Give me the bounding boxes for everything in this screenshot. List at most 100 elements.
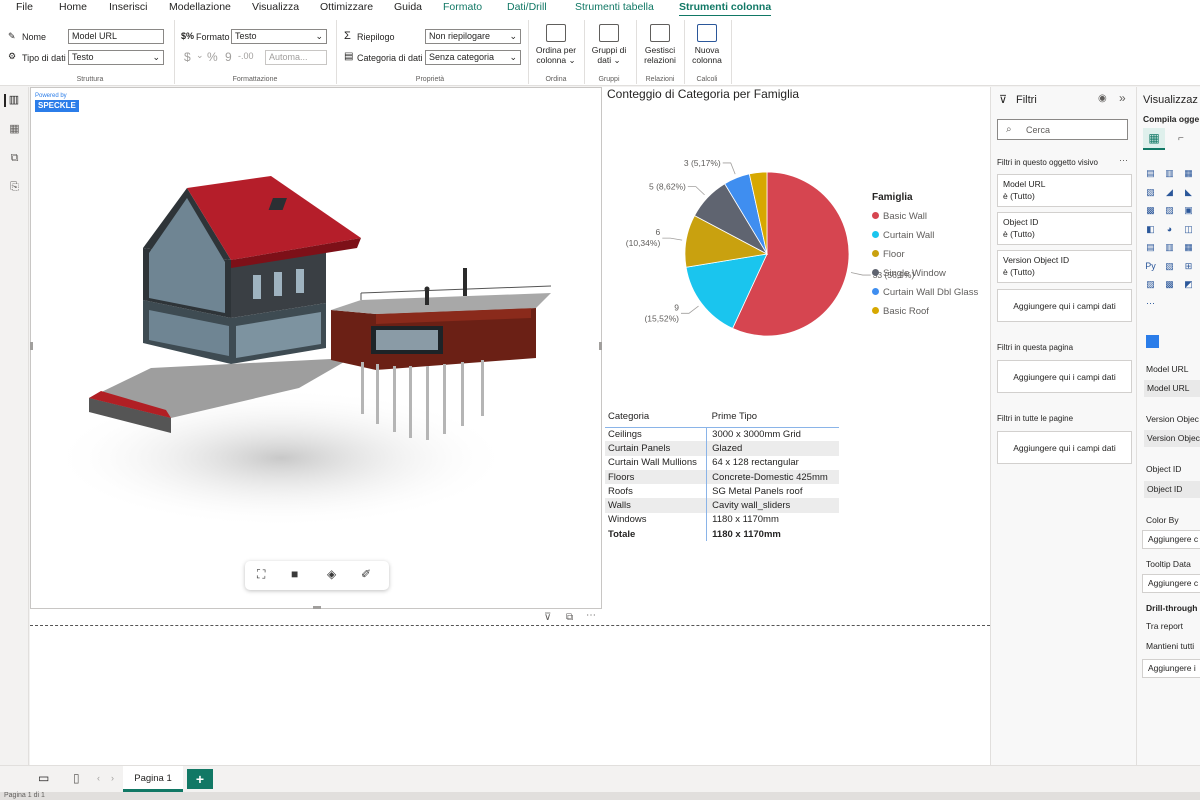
decimal-places-input[interactable]: Automa... xyxy=(265,50,327,65)
house-3d-model[interactable] xyxy=(31,88,603,610)
more-visuals-icon[interactable]: ⋯ xyxy=(1144,297,1157,309)
column-header-categoria[interactable]: Categoria xyxy=(605,407,707,428)
table-row[interactable]: Curtain Panels Glazed xyxy=(605,441,839,456)
table-row[interactable]: Floors Concrete-Domestic 425mm xyxy=(605,469,839,485)
decimals-button[interactable]: -.00 xyxy=(238,51,254,61)
dax-query-view-icon[interactable]: ⎘ xyxy=(8,181,21,194)
table-row[interactable]: Ceilings 3000 x 3000mm Grid xyxy=(605,427,839,442)
visual-type-icon[interactable]: ▤ xyxy=(1144,167,1157,179)
visual-type-icon[interactable]: ▧ xyxy=(1144,186,1157,198)
sort-by-column-button[interactable]: Ordina per colonna ⌄ xyxy=(532,24,580,65)
eye-icon[interactable]: ◉ xyxy=(1098,93,1107,104)
table-visual[interactable]: Categoria Prime Tipo Ceilings 3000 x 3000… xyxy=(605,407,845,542)
resize-handle[interactable] xyxy=(30,342,33,350)
desktop-layout-icon[interactable]: ▭ xyxy=(38,771,49,785)
visual-type-icon[interactable]: ▣ xyxy=(1182,204,1195,216)
menu-file[interactable]: File xyxy=(16,0,33,14)
menu-strumenti-tabella[interactable]: Strumenti tabella xyxy=(575,0,654,14)
visual-type-icon[interactable]: ▦ xyxy=(1182,167,1195,179)
menu-strumenti-colonna[interactable]: Strumenti colonna xyxy=(679,0,772,17)
table-row[interactable]: Curtain Wall Mullions 64 x 128 rectangula… xyxy=(605,455,839,470)
visual-type-icon[interactable]: ▦ xyxy=(1182,241,1195,253)
add-visual-filter-well[interactable]: Aggiungere qui i campi dati xyxy=(997,289,1132,322)
resize-handle[interactable] xyxy=(599,342,602,350)
camera-icon[interactable]: ■ xyxy=(291,567,298,581)
menu-inserisci[interactable]: Inserisci xyxy=(109,0,148,14)
visual-type-icon[interactable]: ▨ xyxy=(1144,278,1157,290)
visual-type-icon[interactable]: ▩ xyxy=(1144,204,1157,216)
column-header-prime-tipo[interactable]: Prime Tipo xyxy=(706,407,839,428)
mobile-layout-icon[interactable]: ▯ xyxy=(73,771,80,785)
resize-handle[interactable] xyxy=(313,606,321,609)
object-id-field[interactable]: Object ID xyxy=(1144,481,1200,498)
menu-visualizza[interactable]: Visualizza xyxy=(252,0,299,14)
visual-type-icon[interactable]: ▨ xyxy=(1163,204,1176,216)
speckle-3d-viewer[interactable]: Powered by SPECKLE ⛶ ■ ◈ ✐ xyxy=(30,87,602,609)
table-view-icon[interactable]: ▦ xyxy=(8,123,21,136)
add-page-filter-well[interactable]: Aggiungere qui i campi dati xyxy=(997,360,1132,393)
version-field[interactable]: Version Objec xyxy=(1144,430,1200,447)
drill-through-well[interactable]: Aggiungere i xyxy=(1142,659,1200,678)
menu-home[interactable]: Home xyxy=(59,0,87,14)
pie-chart-visual[interactable]: Conteggio di Categoria per Famiglia 33 (… xyxy=(605,87,990,397)
filter-card-version-object-id[interactable]: Version Object ID è (Tutto) xyxy=(997,250,1132,283)
visual-type-icon[interactable]: ▧ xyxy=(1163,260,1176,272)
focus-mode-icon[interactable]: ⧉ xyxy=(566,612,573,623)
comma-button[interactable]: 9 xyxy=(225,50,232,64)
next-page-icon[interactable]: › xyxy=(111,773,114,783)
table-row[interactable]: Roofs SG Metal Panels roof xyxy=(605,484,839,499)
report-view-icon[interactable]: ▥ xyxy=(4,94,22,107)
more-options-icon[interactable]: ⋯ xyxy=(1119,155,1128,166)
visual-type-icon[interactable]: ◫ xyxy=(1182,223,1195,235)
visual-type-icon[interactable]: ▥ xyxy=(1163,241,1176,253)
data-groups-button[interactable]: Gruppi di dati ⌄ xyxy=(587,24,631,65)
visual-type-icon[interactable]: ▥ xyxy=(1163,167,1176,179)
paint-brush-icon[interactable]: ✐ xyxy=(361,567,371,581)
filters-search-box[interactable]: ⌕ Cerca xyxy=(997,119,1128,140)
legend-item[interactable]: Floor xyxy=(872,245,978,264)
legend-item[interactable]: Single Window xyxy=(872,264,978,283)
color-by-well[interactable]: Aggiungere c xyxy=(1142,530,1200,549)
filter-visual-icon[interactable]: ⊽ xyxy=(544,612,551,623)
tooltip-well[interactable]: Aggiungere c xyxy=(1142,574,1200,593)
visual-type-icon[interactable]: ▤ xyxy=(1144,241,1157,253)
manage-relations-button[interactable]: Gestisci relazioni xyxy=(640,24,680,65)
cube-view-icon[interactable]: ◈ xyxy=(327,567,336,581)
legend-item[interactable]: Curtain Wall xyxy=(872,226,978,245)
custom-visual-selected-icon[interactable] xyxy=(1146,335,1159,348)
new-column-button[interactable]: Nuova colonna xyxy=(687,24,727,65)
format-select[interactable]: Testo ⌄ xyxy=(231,29,327,44)
legend-item[interactable]: Basic Roof xyxy=(872,302,978,321)
visual-type-icon[interactable]: ◕ xyxy=(1163,223,1176,235)
visual-type-icon[interactable]: ▩ xyxy=(1163,278,1176,290)
percent-button[interactable]: % xyxy=(207,50,218,64)
visual-type-icon[interactable]: ◣ xyxy=(1182,186,1195,198)
currency-button[interactable]: $ xyxy=(184,50,191,64)
table-row[interactable]: Walls Cavity wall_sliders xyxy=(605,498,839,513)
visual-type-icon[interactable]: ◩ xyxy=(1182,278,1195,290)
model-view-icon[interactable]: ⧉ xyxy=(8,152,21,165)
visual-type-icon[interactable]: ◢ xyxy=(1163,186,1176,198)
menu-guida[interactable]: Guida xyxy=(394,0,422,14)
name-input[interactable]: Model URL xyxy=(68,29,164,44)
add-page-button[interactable]: + xyxy=(187,769,213,789)
filter-card-model-url[interactable]: Model URL è (Tutto) xyxy=(997,174,1132,207)
legend-item[interactable]: Basic Wall xyxy=(872,207,978,226)
collapse-pane-icon[interactable]: » xyxy=(1119,91,1126,105)
visual-type-icon[interactable]: Py xyxy=(1144,260,1157,272)
data-category-select[interactable]: Senza categoria ⌄ xyxy=(425,50,521,65)
menu-formato[interactable]: Formato xyxy=(443,0,482,14)
menu-ottimizzare[interactable]: Ottimizzare xyxy=(320,0,373,14)
visual-type-icon[interactable]: ⊞ xyxy=(1182,260,1195,272)
page-tab-1[interactable]: Pagina 1 xyxy=(123,766,183,792)
build-visual-icon[interactable]: ▦ xyxy=(1143,128,1165,150)
menu-dati-drill[interactable]: Dati/Drill xyxy=(507,0,547,14)
type-select[interactable]: Testo ⌄ xyxy=(68,50,164,65)
add-all-pages-filter-well[interactable]: Aggiungere qui i campi dati xyxy=(997,431,1132,464)
more-options-icon[interactable]: ⋯ xyxy=(586,610,596,621)
model-url-field[interactable]: Model URL xyxy=(1144,380,1200,397)
visual-type-icon[interactable]: ◧ xyxy=(1144,223,1157,235)
legend-item[interactable]: Curtain Wall Dbl Glass xyxy=(872,283,978,302)
menu-modellazione[interactable]: Modellazione xyxy=(169,0,231,14)
prev-page-icon[interactable]: ‹ xyxy=(97,773,100,783)
